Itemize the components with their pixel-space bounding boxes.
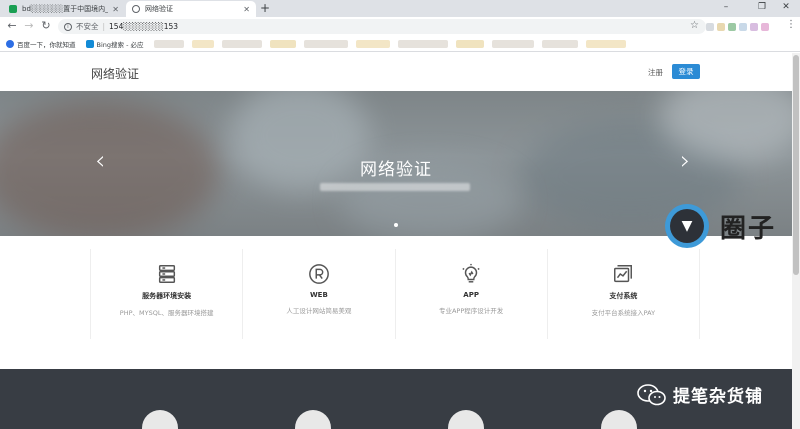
- feature-item: WEB 人工设计网站简易美观: [243, 249, 396, 339]
- blurred-bookmark: [355, 39, 390, 48]
- watermark-logo: ▼: [665, 204, 709, 248]
- security-label: 不安全: [76, 22, 99, 31]
- feature-title: 支付系统: [609, 292, 638, 300]
- blurred-bookmark: [585, 39, 626, 48]
- page-scrollbar[interactable]: [792, 53, 800, 429]
- new-tab-button[interactable]: +: [260, 1, 270, 15]
- extension-icons: [706, 23, 769, 31]
- address-bar[interactable]: i 不安全 | 154░░░░░░░153: [58, 19, 706, 34]
- extension-icon[interactable]: [750, 23, 758, 31]
- bookmark-label: Bing搜索 - 必应: [96, 40, 144, 49]
- carousel-indicator[interactable]: [394, 223, 398, 227]
- feature-description: PHP、MYSQL、服务器环境搭建: [119, 309, 214, 317]
- feature-item: APP 专业APP程序设计开发: [396, 249, 548, 339]
- extension-icon[interactable]: [728, 23, 736, 31]
- bookmark-baidu[interactable]: 百度一下，你就知道: [6, 39, 76, 49]
- watermark-account-name: 提笔杂货铺: [673, 387, 763, 407]
- chart-card-icon: [614, 265, 633, 283]
- blurred-bookmark: [455, 39, 484, 48]
- extension-icon[interactable]: [717, 23, 725, 31]
- server-icon: [158, 265, 175, 283]
- bookmark-bing[interactable]: Bing搜索 - 必应: [85, 39, 144, 49]
- bing-icon: [85, 39, 94, 48]
- feature-item: 支付系统 支付平台系统接入PAY: [548, 249, 700, 339]
- bookmark-star-icon[interactable]: ☆: [690, 20, 699, 31]
- login-button[interactable]: 登录: [672, 64, 700, 79]
- close-tab-icon[interactable]: ✕: [112, 5, 119, 14]
- feature-description: 人工设计网站简易美观: [286, 307, 352, 315]
- hero-subtitle-blurred: [320, 183, 470, 191]
- site-header: 网络验证 注册 登录: [0, 53, 792, 91]
- registered-icon: [308, 264, 329, 284]
- feature-description: 专业APP程序设计开发: [438, 307, 504, 315]
- divider: |: [102, 22, 106, 31]
- wechat-icon: [637, 384, 666, 406]
- blurred-bookmark: [541, 39, 578, 48]
- register-link[interactable]: 注册: [648, 67, 663, 78]
- bookmark-label: 百度一下，你就知道: [17, 40, 76, 49]
- feature-title: WEB: [309, 291, 328, 299]
- feature-title: APP: [463, 291, 479, 299]
- tab-title: 网络验证: [145, 5, 173, 13]
- hero-title: 网络验证: [360, 160, 432, 180]
- extension-icon[interactable]: [761, 23, 769, 31]
- spy-icon: ▼: [670, 209, 704, 243]
- tab-title: bd░░░░░░置于中国境内_IP安查: [22, 5, 108, 13]
- favicon-icon: [9, 5, 17, 13]
- extension-icon[interactable]: [706, 23, 714, 31]
- feature-list: 服务器环境安装 PHP、MYSQL、服务器环境搭建 WEB 人工设计网站简易美观…: [90, 249, 700, 339]
- tab-background[interactable]: bd░░░░░░置于中国境内_IP安查 ✕: [3, 1, 125, 17]
- blurred-bookmark: [269, 39, 296, 48]
- scrollbar-thumb[interactable]: [793, 55, 799, 275]
- lightbulb-icon: [462, 263, 480, 283]
- watermark-text: 圈子: [720, 214, 777, 244]
- service-circle-icon: [142, 410, 178, 429]
- blurred-bookmark: [153, 39, 184, 48]
- blurred-bookmark: [303, 39, 348, 48]
- reload-button[interactable]: ↻: [39, 19, 53, 32]
- tab-strip: bd░░░░░░置于中国境内_IP安查 ✕ 网络验证 ✕ + – ❐ ✕: [0, 0, 800, 17]
- blurred-bookmark: [191, 39, 214, 48]
- minimize-button[interactable]: –: [716, 2, 736, 12]
- site-logo[interactable]: 网络验证: [91, 65, 139, 82]
- close-window-button[interactable]: ✕: [776, 2, 796, 12]
- blurred-bookmark: [221, 39, 262, 48]
- back-button[interactable]: ←: [5, 19, 19, 32]
- tab-active[interactable]: 网络验证 ✕: [126, 1, 256, 17]
- maximize-button[interactable]: ❐: [752, 2, 772, 12]
- feature-description: 支付平台系统接入PAY: [591, 309, 656, 317]
- feature-title: 服务器环境安装: [142, 292, 192, 300]
- forward-button[interactable]: →: [22, 19, 36, 32]
- browser-menu-icon[interactable]: ⋮: [786, 19, 796, 30]
- blurred-bookmark: [491, 39, 534, 48]
- feature-item: 服务器环境安装 PHP、MYSQL、服务器环境搭建: [90, 249, 244, 339]
- info-icon[interactable]: i: [64, 22, 72, 31]
- bookmarks-bar: 百度一下，你就知道 Bing搜索 - 必应: [0, 36, 800, 52]
- url-text[interactable]: 154░░░░░░░153: [109, 22, 178, 31]
- blurred-bookmark: [397, 39, 448, 48]
- service-circle-icon: [448, 410, 484, 429]
- browser-toolbar: ← → ↻ i 不安全 | 154░░░░░░░153 ☆ ⋮: [0, 17, 800, 36]
- extension-icon[interactable]: [739, 23, 747, 31]
- close-tab-icon[interactable]: ✕: [243, 5, 250, 14]
- service-circle-icon: [601, 410, 637, 429]
- service-circle-icon: [295, 410, 331, 429]
- paw-icon: [6, 39, 14, 48]
- globe-icon: [132, 5, 140, 13]
